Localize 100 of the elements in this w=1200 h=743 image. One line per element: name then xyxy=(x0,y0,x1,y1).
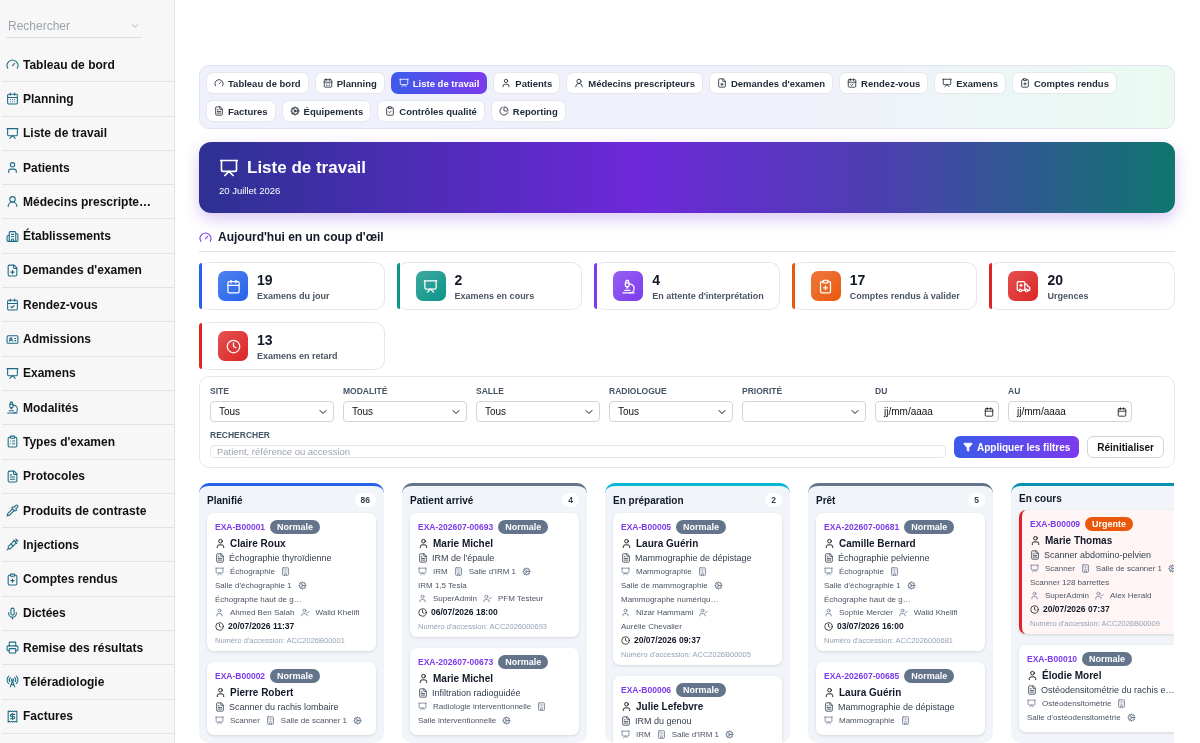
calendar-check-icon xyxy=(847,78,858,88)
person-check-icon xyxy=(483,594,493,603)
id-card-icon xyxy=(6,332,19,346)
nav-tab[interactable]: Patients xyxy=(493,72,561,94)
search-field[interactable]: Patient, référence ou accession xyxy=(210,445,946,458)
gauge-icon xyxy=(214,78,224,88)
building-icon xyxy=(900,716,910,725)
sidebar-item[interactable]: Demandes d'examen xyxy=(2,253,174,289)
exam-reference: EXA-202607-00685 xyxy=(824,671,900,681)
sidebar-item[interactable]: Rendez-vous xyxy=(2,288,174,323)
document-icon xyxy=(824,553,834,563)
gear-icon xyxy=(713,581,723,590)
modality-label: Scanner xyxy=(230,716,260,725)
filter-select[interactable] xyxy=(742,401,866,422)
sidebar-item[interactable]: Injections xyxy=(2,528,174,563)
nav-tab[interactable]: Comptes rendus xyxy=(1011,72,1117,94)
nav-tab[interactable]: Contrôles qualité xyxy=(377,100,485,122)
sidebar-item[interactable]: Établissements xyxy=(2,219,174,254)
board-icon xyxy=(219,158,239,178)
exam-card[interactable]: EXA-B00006 Normale Julie Lefebvre IRM du genou IRM Salle d'IRM 1 xyxy=(613,676,782,743)
sidebar-item[interactable]: Tableau de bord xyxy=(2,48,174,83)
nav-tab[interactable]: Planning xyxy=(314,72,385,94)
microscope-icon xyxy=(613,271,644,301)
priority-badge: Normale xyxy=(1082,652,1133,666)
printer-icon xyxy=(6,641,19,655)
sidebar-item[interactable]: Médecins prescripte… xyxy=(2,185,174,220)
person-check-icon xyxy=(1095,591,1105,600)
patient-name: Claire Roux xyxy=(230,538,286,549)
nav-tab[interactable]: Rendez-vous xyxy=(839,72,929,94)
priority-badge: Normale xyxy=(270,520,321,534)
sidebar-item[interactable]: Dictées xyxy=(2,596,174,632)
sidebar-item[interactable]: Modalités xyxy=(2,390,174,426)
person-check-icon xyxy=(300,608,310,617)
nav-tab[interactable]: Demandes d'examen xyxy=(708,72,834,94)
clock-icon xyxy=(418,607,427,617)
modality-label: Échographie xyxy=(839,567,884,576)
date-field[interactable]: jj/mm/aaaa xyxy=(875,401,999,422)
filter-select[interactable]: Tous xyxy=(343,401,467,422)
exam-name: Ostéodensitométrie du rachis e… xyxy=(1041,685,1174,695)
filter-select[interactable]: Tous xyxy=(210,401,334,422)
nav-tab[interactable]: Équipements xyxy=(281,100,372,122)
date-field[interactable]: jj/mm/aaaa xyxy=(1008,401,1132,422)
person-icon xyxy=(418,594,427,603)
sidebar-item[interactable]: Liste de travail xyxy=(2,116,174,151)
microphone-icon xyxy=(6,606,19,620)
sidebar-item[interactable]: Factures xyxy=(2,699,174,734)
sidebar-item[interactable]: Planning xyxy=(2,82,174,117)
filter-select[interactable]: Tous xyxy=(476,401,600,422)
nav-tab[interactable]: Tableau de bord xyxy=(206,72,309,94)
board-icon xyxy=(6,126,19,140)
sidebar-item[interactable]: Patients xyxy=(2,150,174,186)
gear-icon xyxy=(522,567,531,576)
modality-label: Mammographie xyxy=(636,567,692,576)
page-title: Liste de travail xyxy=(247,158,367,178)
exam-card[interactable]: EXA-202607-00673 Normale Marie Michel Infiltration radioguidée Radiologie interventionnelle Salle interventionnelle xyxy=(410,648,579,735)
priority-badge: Normale xyxy=(676,683,727,697)
calendar-check-icon xyxy=(6,298,19,312)
reset-button[interactable]: Réinitialiser xyxy=(1087,436,1164,458)
board-icon xyxy=(824,716,833,725)
building-icon xyxy=(280,567,290,576)
sidebar-item[interactable]: Admissions xyxy=(2,322,174,357)
exam-card[interactable]: EXA-202607-00685 Normale Laura Guérin Mammographie de dépistage Mammographie xyxy=(816,662,985,735)
sidebar-item[interactable]: Remise des résultats xyxy=(2,631,174,666)
apply-filters-button[interactable]: Appliquer les filtres xyxy=(953,436,1080,458)
clipboard-check-icon xyxy=(385,106,396,116)
priority-badge: Urgente xyxy=(1085,517,1134,531)
building-icon xyxy=(1080,564,1090,573)
sidebar-item[interactable]: Téléradiologie xyxy=(2,665,174,700)
nav-tab[interactable]: Médecins prescripteurs xyxy=(566,72,703,94)
microscope-icon xyxy=(6,401,19,415)
sidebar-item[interactable]: Examens xyxy=(2,356,174,391)
sidebar-item[interactable]: Comptes rendus xyxy=(2,562,174,597)
exam-card[interactable]: EXA-B00010 Normale Élodie Morel Ostéodensitométrie du rachis e… Ostéodensitométrie Salle d'ostéodensitométrie xyxy=(1019,645,1174,732)
exam-name: Mammographie de dépistage xyxy=(838,702,955,712)
sidebar-item[interactable]: Produits de contraste xyxy=(2,493,174,529)
calendar-icon xyxy=(1117,406,1127,417)
document-icon xyxy=(418,688,428,698)
priority-badge: Normale xyxy=(498,655,549,669)
nav-tab[interactable]: Reporting xyxy=(490,100,566,122)
building-icon xyxy=(889,567,899,576)
filter-label: RADIOLOGUE xyxy=(609,386,668,396)
filter-select[interactable]: Tous xyxy=(609,401,733,422)
exam-card[interactable]: EXA-B00002 Normale Pierre Robert Scanner du rachis lombaire Scanner Salle de scanner 1 xyxy=(207,662,376,735)
building-icon xyxy=(453,567,463,576)
nav-tab[interactable]: Liste de travail xyxy=(390,72,488,94)
sidebar-item[interactable]: Types d'examen xyxy=(2,425,174,460)
person-check-icon xyxy=(699,608,709,617)
nav-tab[interactable]: Examens xyxy=(934,72,1006,94)
exam-reference: EXA-B00001 xyxy=(215,522,266,532)
exam-name: IRM de l'épaule xyxy=(432,553,495,563)
room-label: Salle d'échographie 1 xyxy=(824,581,901,590)
equipment-label: Échographe haut de g… xyxy=(215,595,302,604)
requester-name: Nizar Hammami xyxy=(636,608,694,617)
nav-tab[interactable]: Factures xyxy=(206,100,276,122)
stat-value: 13 xyxy=(257,331,274,348)
gear-icon xyxy=(906,581,916,590)
patient-name: Marie Thomas xyxy=(1045,535,1113,546)
sidebar-item[interactable]: Protocoles xyxy=(2,459,174,494)
clipboard-plus-icon xyxy=(6,572,19,586)
person-icon xyxy=(621,538,632,549)
